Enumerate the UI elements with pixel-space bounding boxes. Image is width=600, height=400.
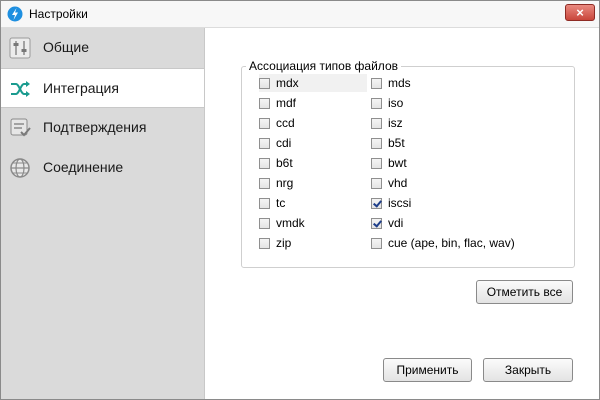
sidebar-item-integration[interactable]: Интеграция [1, 68, 204, 108]
checkbox-tc[interactable]: tc [259, 194, 285, 212]
file-association-group: Ассоциация типов файлов mdx mdf ccd cdi … [241, 59, 575, 268]
shuffle-icon [11, 81, 30, 97]
checkbox-label: b6t [276, 156, 293, 170]
sidebar-item-confirmations[interactable]: Подтверждения [1, 108, 204, 148]
checkbox-vdi[interactable]: vdi [371, 214, 403, 232]
checkbox-label: iso [388, 96, 404, 110]
sidebar: Общие Интеграция Подтверждения Соединени… [1, 28, 205, 399]
checkbox-box[interactable] [259, 117, 270, 129]
checkbox-box[interactable] [259, 97, 270, 109]
checkbox-label: iscsi [388, 196, 412, 210]
checkbox-cue[interactable]: cue (ape, bin, flac, wav) [371, 234, 515, 252]
checkbox-label: cdi [276, 136, 292, 150]
checkbox-box[interactable] [259, 177, 270, 189]
checkbox-isz[interactable]: isz [371, 114, 403, 132]
window-close-button[interactable]: × [565, 4, 595, 21]
checkbox-iso[interactable]: iso [371, 94, 403, 112]
checkbox-box[interactable] [371, 157, 382, 169]
checkbox-mdx[interactable]: mdx [259, 74, 367, 92]
checkbox-label: nrg [276, 176, 294, 190]
checkbox-label: cue (ape, bin, flac, wav) [388, 236, 515, 250]
checkbox-box[interactable] [259, 157, 270, 169]
checkbox-mdf[interactable]: mdf [259, 94, 296, 112]
window-title: Настройки [29, 7, 88, 21]
checkbox-iscsi[interactable]: iscsi [371, 194, 411, 212]
checkbox-bwt[interactable]: bwt [371, 154, 407, 172]
checkbox-box[interactable] [371, 137, 382, 149]
checkbox-vmdk[interactable]: vmdk [259, 214, 305, 232]
apply-button[interactable]: Применить [383, 358, 472, 382]
checkbox-label: vhd [388, 176, 408, 190]
checkbox-label: bwt [388, 156, 407, 170]
checkbox-label: mds [388, 76, 411, 90]
settings-content: Ассоциация типов файлов mdx mdf ccd cdi … [205, 28, 599, 399]
checkbox-box[interactable] [259, 137, 270, 149]
checkbox-box-checked[interactable] [371, 217, 382, 229]
checkbox-label: zip [276, 236, 292, 250]
sidebar-item-label: Общие [43, 39, 90, 55]
checkbox-mds[interactable]: mds [371, 74, 411, 92]
close-button[interactable]: Закрыть [483, 358, 573, 382]
checkbox-ccd[interactable]: ccd [259, 114, 295, 132]
checkbox-box-checked[interactable] [371, 197, 382, 209]
checkbox-b6t[interactable]: b6t [259, 154, 293, 172]
checkbox-cdi[interactable]: cdi [259, 134, 291, 152]
checkbox-box[interactable] [371, 117, 382, 129]
select-all-button[interactable]: Отметить все [476, 280, 573, 304]
checkbox-label: tc [276, 196, 286, 210]
checkbox-zip[interactable]: zip [259, 234, 291, 252]
checkbox-box[interactable] [259, 77, 270, 89]
checklist-icon [10, 118, 31, 137]
close-icon: × [576, 5, 584, 20]
sidebar-item-connection[interactable]: Соединение [1, 148, 204, 188]
checkbox-label: b5t [388, 136, 405, 150]
checkbox-nrg[interactable]: nrg [259, 174, 293, 192]
globe-icon [10, 158, 30, 178]
sidebar-item-label: Интеграция [43, 80, 119, 96]
checkbox-vhd[interactable]: vhd [371, 174, 407, 192]
settings-window: Настройки × Общие Интеграция Подтвержден… [0, 0, 600, 400]
checkbox-box[interactable] [371, 77, 382, 89]
checkbox-box[interactable] [371, 177, 382, 189]
sliders-icon [9, 37, 31, 59]
sidebar-item-label: Соединение [43, 159, 124, 175]
checkbox-label: isz [388, 116, 403, 130]
sidebar-item-label: Подтверждения [43, 119, 147, 135]
title-bar[interactable]: Настройки × [1, 1, 599, 28]
checkbox-label: mdf [276, 96, 297, 110]
checkbox-b5t[interactable]: b5t [371, 134, 405, 152]
sidebar-item-general[interactable]: Общие [1, 28, 204, 68]
checkbox-label: mdx [276, 76, 299, 90]
checkbox-box[interactable] [371, 97, 382, 109]
checkbox-label: ccd [276, 116, 295, 130]
checkbox-box[interactable] [259, 217, 270, 229]
checkbox-box[interactable] [259, 197, 270, 209]
group-title: Ассоциация типов файлов [246, 59, 401, 73]
checkbox-box[interactable] [371, 237, 382, 249]
checkbox-label: vdi [388, 216, 404, 230]
checkbox-box[interactable] [259, 237, 270, 249]
checkbox-label: vmdk [276, 216, 305, 230]
app-lightning-icon [7, 6, 23, 22]
